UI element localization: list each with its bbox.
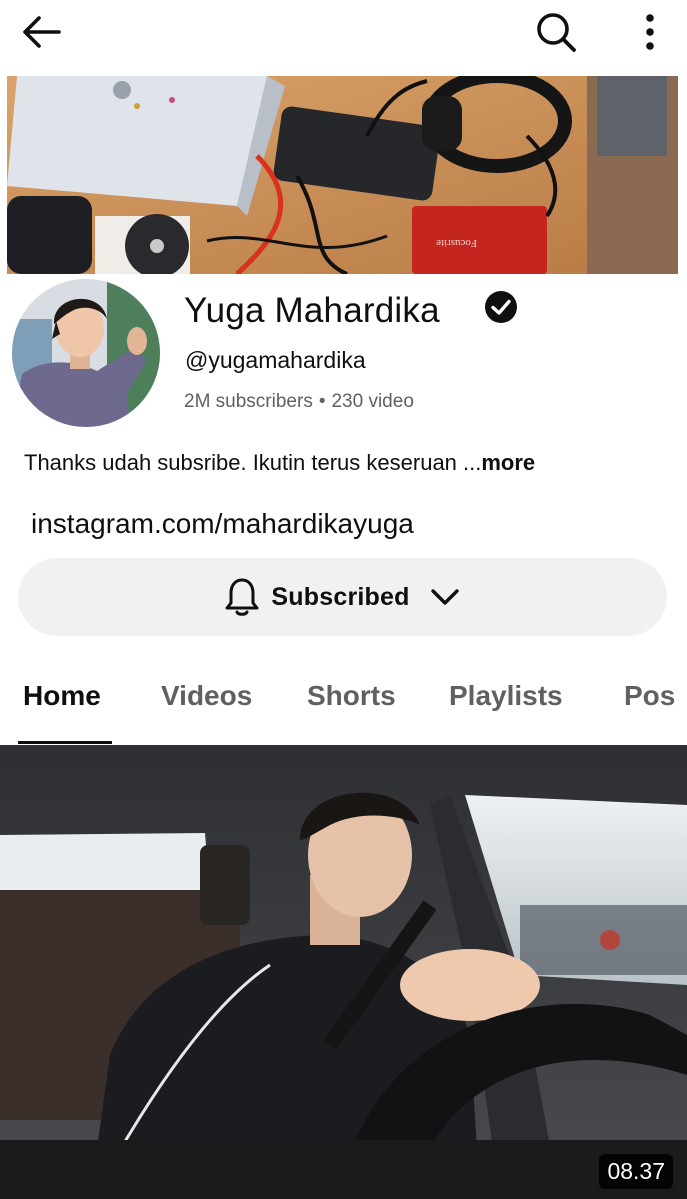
description-more-link[interactable]: more xyxy=(481,450,535,475)
more-options-button[interactable] xyxy=(630,8,670,56)
video-duration: 08.37 xyxy=(599,1154,673,1189)
banner-image: Focusrite xyxy=(7,76,678,274)
subscriber-count: 2M subscribers xyxy=(184,391,313,412)
tab-shorts[interactable]: Shorts xyxy=(307,680,396,712)
channel-description[interactable]: Thanks udah subsribe. Ikutin terus keser… xyxy=(24,450,535,476)
more-vertical-icon xyxy=(646,14,654,50)
verified-check-icon xyxy=(485,291,517,323)
tab-playlists[interactable]: Playlists xyxy=(449,680,563,712)
search-button[interactable] xyxy=(528,6,584,58)
top-app-bar xyxy=(0,0,687,64)
tab-home[interactable]: Home xyxy=(23,680,101,712)
channel-banner: Focusrite xyxy=(7,76,678,274)
channel-name: Yuga Mahardika xyxy=(184,291,440,330)
channel-tabs: Home Videos Shorts Playlists Pos xyxy=(0,660,687,746)
subscribed-label: Subscribed xyxy=(271,582,410,611)
search-icon xyxy=(537,13,576,52)
stats-separator: • xyxy=(318,391,326,412)
arrow-left-icon xyxy=(23,16,61,48)
channel-page: Focusrite Yuga Mahardika @yugamahardika … xyxy=(0,0,687,1199)
verified-badge xyxy=(484,290,518,324)
svg-text:Focusrite: Focusrite xyxy=(436,237,477,249)
bell-icon xyxy=(225,578,259,616)
tab-videos[interactable]: Videos xyxy=(161,680,252,712)
subscribed-button[interactable]: Subscribed xyxy=(18,558,667,636)
active-tab-indicator xyxy=(18,741,112,744)
tab-posts[interactable]: Pos xyxy=(624,680,675,712)
description-text: Thanks udah subsribe. Ikutin terus keser… xyxy=(24,450,482,475)
chevron-down-icon xyxy=(430,589,459,605)
channel-handle: @yugamahardika xyxy=(185,347,366,373)
back-button[interactable] xyxy=(16,8,66,56)
video-thumbnail[interactable]: 08.37 xyxy=(0,745,687,1199)
video-count: 230 video xyxy=(331,391,414,412)
channel-stats: 2M subscribers • 230 video xyxy=(184,391,414,413)
channel-external-link[interactable]: instagram.com/mahardikayuga xyxy=(31,508,414,540)
avatar-image xyxy=(12,279,160,427)
thumbnail-image xyxy=(0,745,687,1199)
channel-avatar[interactable] xyxy=(12,279,160,427)
